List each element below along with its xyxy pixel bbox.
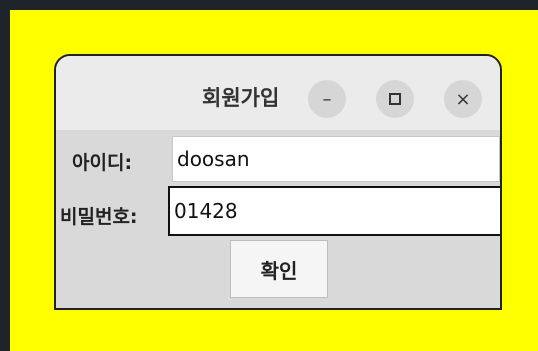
title-bar[interactable]: 회원가입 – × (56, 56, 500, 130)
minimize-icon: – (322, 88, 332, 110)
close-icon: × (455, 88, 471, 110)
signup-window: 회원가입 – × 아이디: 비밀번호: 확인 (54, 54, 502, 310)
password-input[interactable] (168, 186, 500, 236)
window-title: 회원가입 (202, 86, 280, 110)
close-button[interactable]: × (444, 80, 482, 118)
password-label: 비밀번호: (60, 206, 138, 228)
maximize-button[interactable] (376, 80, 414, 118)
id-label: 아이디: (72, 152, 133, 174)
confirm-button[interactable]: 확인 (230, 240, 328, 298)
id-input[interactable] (172, 136, 500, 182)
minimize-button[interactable]: – (308, 80, 346, 118)
maximize-icon (389, 93, 401, 105)
